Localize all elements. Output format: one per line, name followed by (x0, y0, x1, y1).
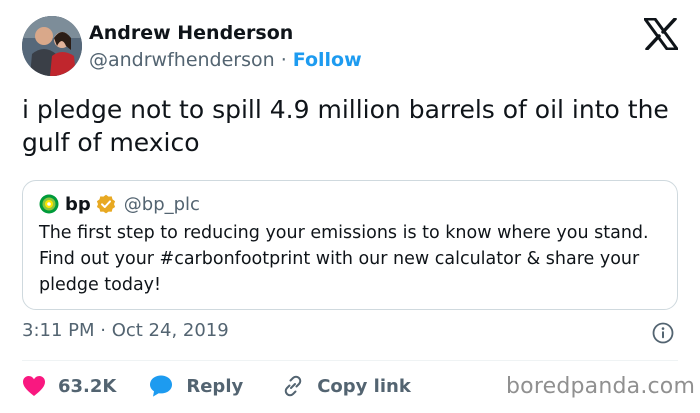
reply-button[interactable]: Reply (148, 374, 243, 398)
like-count: 63.2K (58, 375, 117, 397)
author-handle-line: @andrwfhenderson · Follow (89, 49, 362, 71)
quoted-tweet-text: The first step to reducing your emission… (39, 223, 649, 295)
tweet-text: i pledge not to spill 4.9 million barrel… (22, 95, 669, 157)
heart-icon (23, 376, 45, 396)
divider (22, 360, 678, 361)
info-icon[interactable] (652, 322, 674, 344)
avatar-photo (22, 16, 82, 76)
tweet-timestamp[interactable]: 3:11 PM · Oct 24, 2019 (22, 320, 229, 341)
reply-label: Reply (186, 375, 244, 397)
author-name[interactable]: Andrew Henderson (89, 22, 293, 44)
follow-button[interactable]: Follow (293, 49, 362, 71)
quoted-author-name[interactable]: bp (65, 194, 91, 215)
like-button[interactable]: 63.2K (22, 375, 116, 397)
reply-bubble-icon (150, 375, 173, 397)
quoted-author-handle[interactable]: @bp_plc (124, 194, 200, 215)
handle-separator: · (280, 49, 287, 71)
link-icon (284, 375, 302, 397)
action-bar: 63.2K Reply Copy link (22, 372, 411, 400)
quoted-tweet[interactable]: bp @bp_plc The first step to reducing yo… (22, 180, 678, 310)
quoted-tweet-header: bp @bp_plc (39, 192, 200, 216)
x-logo-icon[interactable] (644, 18, 678, 50)
copy-link-button[interactable]: Copy link (281, 374, 411, 398)
bp-helios-logo-icon (39, 194, 59, 214)
watermark: boredpanda.com (506, 374, 696, 399)
author-avatar[interactable] (22, 16, 82, 76)
gold-verified-badge-icon (96, 194, 115, 214)
copy-link-label: Copy link (317, 375, 411, 397)
author-handle[interactable]: @andrwfhenderson (89, 49, 275, 71)
